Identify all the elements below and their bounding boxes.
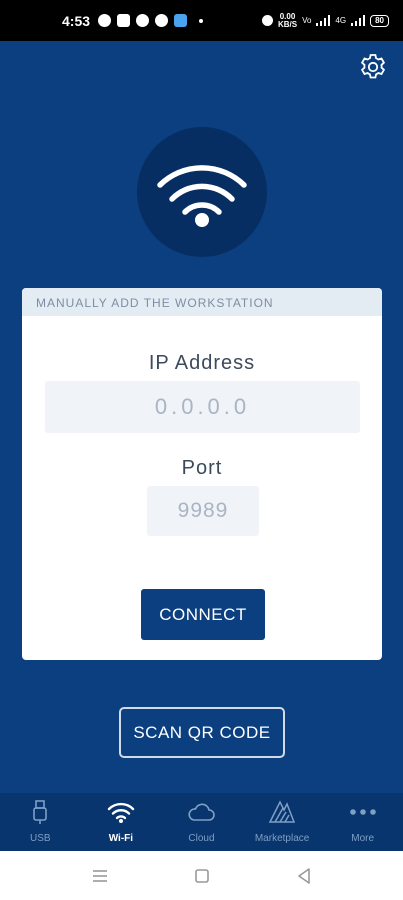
back-button[interactable]: [292, 864, 316, 888]
menu-icon: [92, 869, 107, 882]
recents-button[interactable]: [88, 864, 112, 888]
home-button[interactable]: [190, 864, 214, 888]
more-dots-icon: [348, 799, 378, 825]
wifi-icon: [106, 799, 136, 825]
network-label-2: 4G: [335, 16, 347, 25]
bottom-tab-bar: USB Wi-Fi Cloud Marketplace More: [0, 793, 403, 851]
status-bar: 4:53 0.00 KB/S Vo 4G 80: [0, 0, 403, 41]
tab-label: Cloud: [188, 833, 215, 844]
ip-address-input[interactable]: [45, 381, 360, 433]
tab-label: More: [351, 833, 375, 844]
tab-usb[interactable]: USB: [0, 793, 81, 851]
notification-icon: [98, 14, 112, 27]
tab-marketplace[interactable]: Marketplace: [242, 793, 323, 851]
net-speed: 0.00 KB/S: [277, 11, 298, 29]
notification-icon: [117, 14, 131, 27]
notification-icon: [136, 14, 150, 27]
status-time: 4:53: [62, 12, 91, 29]
marketplace-icon: [267, 799, 297, 825]
wifi-icon: [157, 165, 247, 227]
connect-button[interactable]: CONNECT: [141, 589, 265, 640]
battery-indicator: 80: [370, 14, 389, 27]
signal-icon: [351, 15, 366, 26]
tab-label: Marketplace: [254, 833, 310, 844]
port-input[interactable]: [147, 486, 259, 536]
notification-icons: [98, 14, 204, 27]
cloud-icon: [186, 799, 216, 825]
signal-icon: [316, 15, 331, 26]
system-nav-bar: [0, 851, 403, 900]
tab-cloud[interactable]: Cloud: [161, 793, 242, 851]
usb-icon: [25, 799, 55, 825]
ip-address-label: IP Address: [148, 352, 256, 374]
port-label: Port: [181, 457, 223, 479]
tab-more[interactable]: More: [322, 793, 403, 851]
tab-label: USB: [30, 833, 51, 844]
settings-button[interactable]: [358, 52, 388, 82]
vibrate-icon: [261, 15, 273, 26]
square-icon: [194, 868, 209, 883]
manual-add-card: MANUALLY ADD THE WORKSTATION IP Address …: [22, 288, 382, 660]
notification-icon: [174, 14, 188, 27]
wifi-hero: [137, 127, 267, 257]
network-label-1: Vo: [302, 16, 312, 25]
notification-icon: [155, 14, 169, 27]
more-notifications-dot: [199, 18, 204, 23]
gear-icon: [360, 54, 386, 79]
scan-qr-code-button[interactable]: SCAN QR CODE: [119, 707, 285, 758]
card-header: MANUALLY ADD THE WORKSTATION: [22, 288, 382, 316]
tab-wifi[interactable]: Wi-Fi: [81, 793, 162, 851]
back-triangle-icon: [297, 867, 310, 884]
status-right: 0.00 KB/S Vo 4G 80: [261, 11, 389, 29]
tab-label: Wi-Fi: [108, 833, 134, 844]
